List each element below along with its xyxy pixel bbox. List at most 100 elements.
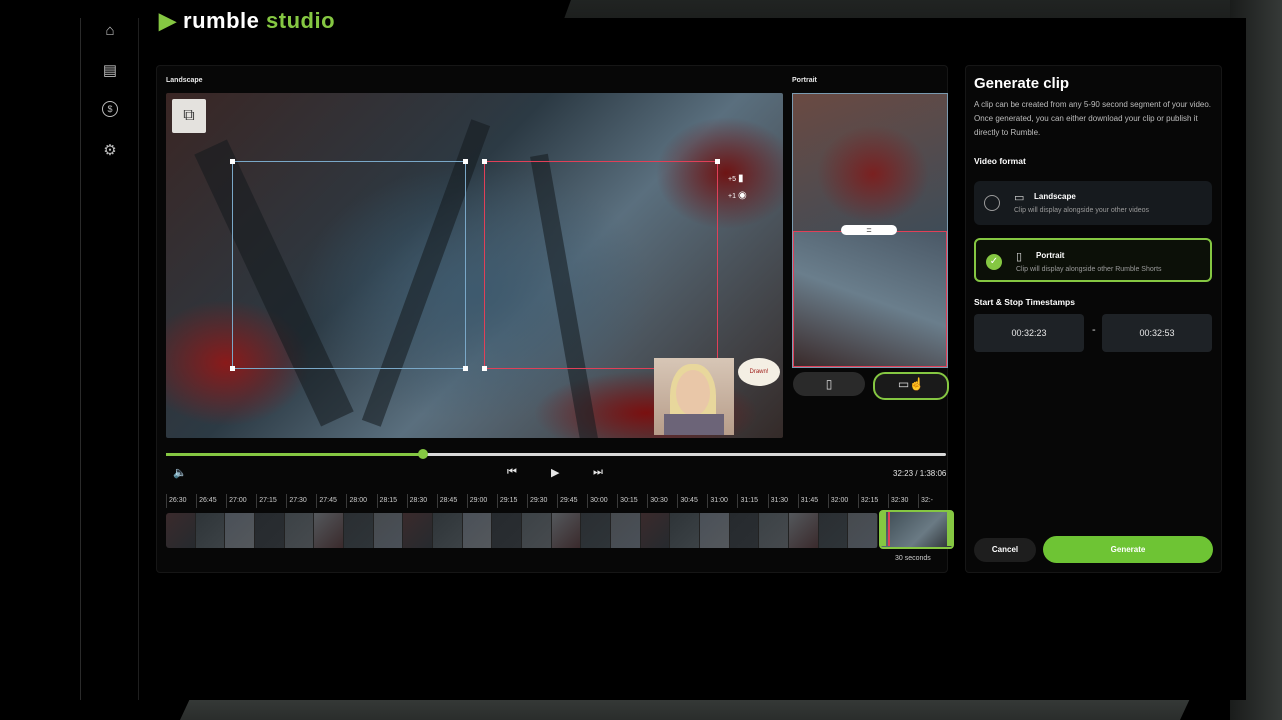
format-option-landscape[interactable]: ▭ Landscape Clip will display alongside … xyxy=(974,181,1212,225)
landscape-label: Landscape xyxy=(166,77,203,84)
filmstrip-thumbnail xyxy=(848,513,878,548)
skip-forward-icon[interactable]: ⏭ xyxy=(593,466,603,479)
filmstrip-thumbnail xyxy=(314,513,345,548)
timeline-tick: 27:45 xyxy=(316,494,346,508)
webcam-overlay xyxy=(654,358,734,435)
clip-selection-window[interactable] xyxy=(879,510,954,549)
filmstrip-thumbnail xyxy=(166,513,196,548)
selection-playhead xyxy=(888,512,890,546)
split-divider-handle[interactable]: = xyxy=(841,225,897,235)
portrait-radio-checked-icon[interactable]: ✓ xyxy=(986,254,1002,270)
logo-suffix: studio xyxy=(266,8,336,33)
gear-icon[interactable]: ⚙ xyxy=(100,141,120,161)
timeline-tick: 32:- xyxy=(917,494,948,508)
timeline-tick: 28:45 xyxy=(436,494,467,508)
filmstrip-thumbnail xyxy=(195,513,226,548)
filmstrip-thumbnail xyxy=(729,513,760,548)
scrubber-handle[interactable] xyxy=(417,449,428,459)
timeline-tick: 29:00 xyxy=(466,494,497,508)
single-layout-button[interactable]: ▯ xyxy=(793,372,865,396)
timeline-tick: 32:30 xyxy=(887,494,918,508)
portrait-label: Portrait xyxy=(792,77,817,84)
filmstrip-thumbnail xyxy=(462,513,493,548)
landscape-option-subtitle: Clip will display alongside your other v… xyxy=(1014,207,1150,214)
landscape-radio[interactable] xyxy=(984,195,1000,211)
timeline-tick: 30:45 xyxy=(677,494,707,508)
book-icon[interactable]: ▤ xyxy=(100,61,120,81)
cast-icon[interactable]: ⧉ xyxy=(172,99,206,133)
filmstrip-thumbnail xyxy=(284,513,315,548)
webcam-sticker: Drawn! xyxy=(738,358,780,386)
skip-back-icon[interactable]: ⏮ xyxy=(507,466,517,479)
timeline-tick: 31:45 xyxy=(797,494,828,508)
timeline-tick: 31:30 xyxy=(767,494,798,508)
play-icon[interactable]: ▶ xyxy=(551,466,559,479)
filmstrip-thumbnail xyxy=(581,513,612,548)
timeline-tick: 29:45 xyxy=(557,494,587,508)
timeline-filmstrip[interactable] xyxy=(166,513,878,548)
home-icon[interactable]: ⌂ xyxy=(100,21,120,41)
dollar-icon[interactable]: $ xyxy=(102,101,118,117)
video-format-label: Video format xyxy=(974,156,1026,166)
portrait-option-title: Portrait xyxy=(1036,251,1065,260)
timeline-tick: 27:15 xyxy=(256,494,286,508)
format-option-portrait[interactable]: ✓ ▯ Portrait Clip will display alongside… xyxy=(974,238,1212,282)
filmstrip-thumbnail xyxy=(373,513,404,548)
generate-description: A clip can be created from any 5-90 seco… xyxy=(974,100,1212,137)
timeline-tick: 29:30 xyxy=(526,494,557,508)
timestamp-separator: - xyxy=(1092,324,1096,336)
clip-editor-panel: Landscape Portrait ⧉ +5 ▮ +1 ◉ Drawn! = … xyxy=(156,65,954,573)
landscape-video-preview[interactable]: ⧉ +5 ▮ +1 ◉ Drawn! xyxy=(166,93,783,438)
timeline-tick: 27:30 xyxy=(286,494,316,508)
filmstrip-thumbnail xyxy=(433,513,463,548)
portrait-crop-box[interactable] xyxy=(482,159,720,371)
start-timestamp-field[interactable]: 00:32:23 xyxy=(974,314,1084,352)
rumble-logo-icon: ▶ xyxy=(159,8,177,33)
timeline-tick: 32:00 xyxy=(827,494,858,508)
timeline-tick: 30:30 xyxy=(647,494,677,508)
timeline-tick: 30:15 xyxy=(617,494,647,508)
timeline-tick: 26:30 xyxy=(166,494,196,508)
timeline-ticks: 26:30 26:45 27:00 27:15 27:30 27:45 28:00 28:15… xyxy=(166,494,948,508)
stop-timestamp-field[interactable]: 00:32:53 xyxy=(1102,314,1212,352)
zoom-out-control[interactable]: +1 ◉ xyxy=(728,190,747,201)
zoom-plus-label: +5 xyxy=(728,176,736,183)
filmstrip-thumbnail xyxy=(492,513,523,548)
zoom-in-control[interactable]: +5 ▮ xyxy=(728,173,743,184)
logo-text: rumble xyxy=(183,8,260,33)
landscape-crop-box[interactable] xyxy=(230,159,468,371)
filmstrip-thumbnail xyxy=(700,513,730,548)
timeline-tick: 28:00 xyxy=(346,494,376,508)
rumble-studio-logo[interactable]: ▶ rumble studio xyxy=(159,8,335,34)
filmstrip-thumbnail xyxy=(670,513,701,548)
filmstrip-thumbnail xyxy=(640,513,671,548)
filmstrip-thumbnail xyxy=(818,513,849,548)
volume-icon[interactable]: 🔈 xyxy=(173,466,187,479)
cancel-button[interactable]: Cancel xyxy=(974,538,1036,562)
portrait-option-subtitle: Clip will display alongside other Rumble… xyxy=(1016,266,1162,273)
portrait-preview: = xyxy=(792,93,948,368)
filmstrip-thumbnail xyxy=(255,513,285,548)
landscape-option-title: Landscape xyxy=(1034,192,1076,201)
studio-window: ⌂ ▤ $ ⚙ ▶ rumble studio Landscape Portra… xyxy=(80,8,1246,700)
generate-button[interactable]: Generate xyxy=(1043,536,1213,563)
timeline-tick: 28:30 xyxy=(406,494,437,508)
timeline-tick: 31:15 xyxy=(737,494,767,508)
filmstrip-thumbnail xyxy=(611,513,641,548)
timeline-tick: 27:00 xyxy=(226,494,256,508)
selection-duration: 30 seconds xyxy=(895,555,931,562)
timeline-tick: 29:15 xyxy=(496,494,527,508)
sidebar: ⌂ ▤ $ ⚙ xyxy=(81,18,139,700)
playback-scrubber[interactable] xyxy=(166,449,946,459)
filmstrip-thumbnail xyxy=(522,513,552,548)
timeline-tick: 26:45 xyxy=(196,494,226,508)
selection-end-handle[interactable] xyxy=(947,512,953,546)
filmstrip-thumbnail xyxy=(759,513,790,548)
generate-title: Generate clip xyxy=(974,75,1070,92)
split-layout-button[interactable]: ▭☝ xyxy=(873,372,949,400)
timeline-tick: 32:15 xyxy=(857,494,888,508)
portrait-icon: ▯ xyxy=(1016,251,1023,263)
timeline-tick: 28:15 xyxy=(376,494,407,508)
timeline-tick: 31:00 xyxy=(707,494,737,508)
selection-start-handle[interactable] xyxy=(880,512,886,546)
